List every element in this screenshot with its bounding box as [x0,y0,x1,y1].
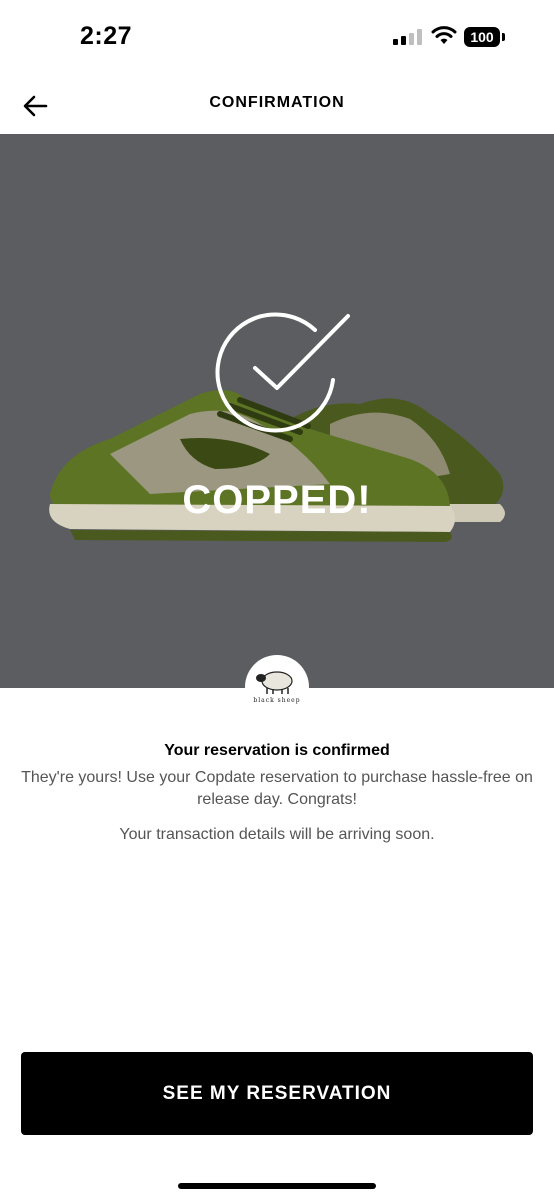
battery-level: 100 [464,27,500,47]
status-time: 2:27 [80,22,133,50]
status-bar: 2:27 100 [0,0,554,70]
battery-icon: 100 [464,27,506,47]
home-indicator[interactable] [178,1183,376,1189]
confirmation-note: Your transaction details will be arrivin… [119,826,435,843]
battery-cap [502,33,505,41]
wifi-icon [431,26,457,44]
header: CONFIRMATION [0,70,554,134]
confirmation-body: They're yours! Use your Copdate reservat… [21,769,533,808]
copped-headline: COPPED! [182,478,372,522]
sheep-icon [256,671,293,694]
page-title: CONFIRMATION [209,94,345,111]
signal-icon [393,29,422,45]
brand-logo: black sheep [245,655,309,719]
checkmark-icon [215,312,350,433]
brand-logo-text: black sheep [253,697,301,704]
hero-banner: COPPED! [0,134,554,688]
confirmation-title: Your reservation is confirmed [164,742,390,759]
see-my-reservation-button[interactable]: SEE MY RESERVATION [21,1052,533,1135]
